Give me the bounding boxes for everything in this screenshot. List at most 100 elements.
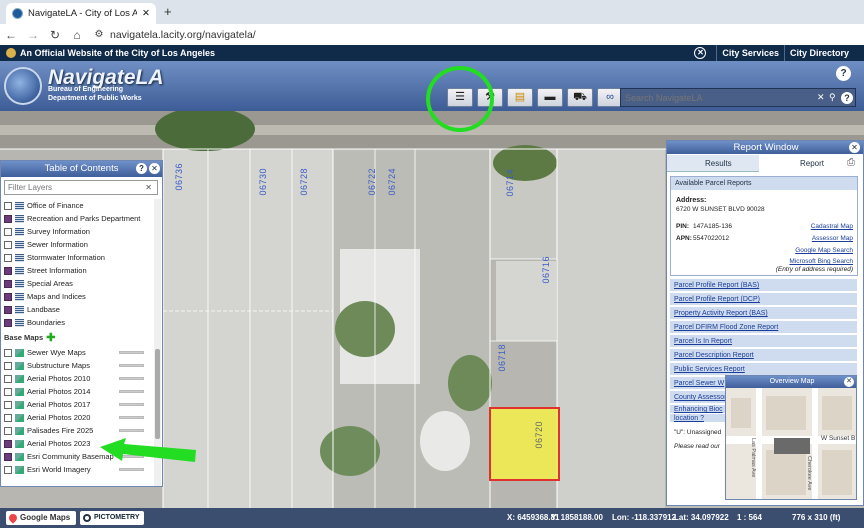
layer-checkbox[interactable] [4,201,12,210]
layer-office-of-finance[interactable]: Office of Finance [4,199,84,212]
url-field[interactable]: navigatela.lacity.org/navigatela/ [110,29,256,41]
opacity-slider[interactable] [119,403,144,406]
street-label-las-palmas: Las Palmas Ave [750,438,756,478]
opacity-slider[interactable] [119,390,144,393]
report-link[interactable]: Parcel Profile Report (DCP) [670,293,857,306]
tab-report-label[interactable]: Report [800,159,824,168]
basemap-esri-world-imagery[interactable]: Esri World Imagery [4,463,91,476]
layer-survey[interactable]: Survey Information [4,225,90,238]
layer-checkbox[interactable] [4,266,12,275]
site-info-icon[interactable]: ⚙ [88,29,110,40]
official-text: An Official Website of the City of Los A… [20,48,216,58]
layer-checkbox[interactable] [4,240,12,249]
search-icon[interactable]: ⚲ [829,92,841,103]
report-link[interactable]: Parcel Is In Report [670,335,857,348]
clear-filter-icon[interactable]: ✕ [145,183,152,192]
pictometry-button[interactable]: PICTOMETRY [80,511,144,525]
print-report-icon[interactable]: ⎙ [847,157,855,168]
opacity-slider[interactable] [119,468,144,471]
basemap-aerial-2010[interactable]: Aerial Photos 2010 [4,372,90,385]
home-icon[interactable]: ⌂ [66,28,88,42]
close-tab-icon[interactable]: ✕ [142,8,150,19]
layer-checkbox[interactable] [4,279,12,288]
layer-maps-indices[interactable]: Maps and Indices [4,290,86,303]
opacity-slider[interactable] [119,351,144,354]
basemap-sewer-wye[interactable]: Sewer Wye Maps [4,346,86,359]
layer-checkbox[interactable] [4,374,12,383]
report-link[interactable]: Parcel DFIRM Flood Zone Report [670,321,857,334]
org-line2: Department of Public Works [48,95,142,102]
filter-layers-input[interactable] [5,181,143,194]
layer-recreation-parks[interactable]: Recreation and Parks Department [4,212,140,225]
layer-checkbox[interactable] [4,465,12,474]
assessor-map-link[interactable]: Assessor Map [812,235,853,242]
layer-boundaries[interactable]: Boundaries [4,316,65,329]
layer-checkbox[interactable] [4,361,12,370]
layer-stormwater[interactable]: Stormwater Information [4,251,105,264]
toc-close-icon[interactable]: ✕ [149,163,160,174]
layer-checkbox[interactable] [4,400,12,409]
report-close-icon[interactable]: ✕ [849,142,860,153]
reload-icon[interactable]: ↻ [44,28,66,42]
basemap-aerial-2014[interactable]: Aerial Photos 2014 [4,385,90,398]
header-help-icon[interactable]: ? [836,66,851,81]
basemap-palisades-fire[interactable]: Palisades Fire 2025 [4,424,93,437]
basemap-substructure[interactable]: Substructure Maps [4,359,90,372]
layer-checkbox[interactable] [4,318,12,327]
forward-icon[interactable]: → [22,28,44,42]
new-tab-icon[interactable]: + [164,4,172,19]
bing-search-link[interactable]: Microsoft Bing Search [789,258,853,265]
overview-close-icon[interactable]: ✕ [844,377,854,387]
google-maps-button[interactable]: Google Maps [6,511,76,525]
opacity-slider[interactable] [119,364,144,367]
report-link[interactable]: Parcel Profile Report (BAS) [670,279,857,292]
printer-icon[interactable]: ▬ [537,88,563,107]
google-map-search-link[interactable]: Google Map Search [795,247,853,254]
report-link[interactable]: Property Activity Report (BAS) [670,307,857,320]
layer-label: Sewer Wye Maps [27,348,86,357]
layer-street[interactable]: Street Information [4,264,87,277]
google-maps-label: Google Maps [20,513,71,522]
layer-landbase[interactable]: Landbase [4,303,60,316]
basemap-aerial-2020[interactable]: Aerial Photos 2020 [4,411,90,424]
help-icon[interactable]: ? [841,91,853,104]
layer-label: Aerial Photos 2017 [27,400,91,409]
base-maps-heading: Base Maps ✚ [4,331,55,344]
opacity-slider[interactable] [119,416,144,419]
toc-title: Table of Contents [44,163,119,174]
toc-help-icon[interactable]: ? [136,163,147,174]
search-input[interactable] [621,92,817,103]
layer-checkbox[interactable] [4,452,12,461]
close-banner-icon[interactable]: ✕ [694,47,707,59]
city-directory-link[interactable]: City Directory [783,45,854,61]
cadastral-map-link[interactable]: Cadastral Map [811,223,853,230]
layer-special-areas[interactable]: Special Areas [4,277,73,290]
layer-checkbox[interactable] [4,387,12,396]
layer-checkbox[interactable] [4,292,12,301]
layer-checkbox[interactable] [4,439,12,448]
layer-checkbox[interactable] [4,214,12,223]
site-favicon [12,8,23,19]
layer-sewer[interactable]: Sewer Information [4,238,88,251]
report-link[interactable]: Parcel Description Report [670,349,857,362]
back-icon[interactable]: ← [0,28,22,42]
layer-checkbox[interactable] [4,413,12,422]
basemap-aerial-2017[interactable]: Aerial Photos 2017 [4,398,90,411]
layer-checkbox[interactable] [4,227,12,236]
layer-checkbox[interactable] [4,426,12,435]
browser-tab[interactable]: NavigateLA - City of Los Angele ✕ [6,3,156,24]
opacity-slider[interactable] [119,377,144,380]
notepad-icon[interactable]: ▤ [507,88,533,107]
layer-checkbox[interactable] [4,305,12,314]
city-services-link[interactable]: City Services [716,45,784,61]
google-maps-icon [7,512,19,524]
basemap-aerial-2023[interactable]: Aerial Photos 2023 [4,437,90,450]
opacity-slider[interactable] [119,429,144,432]
overview-map-canvas[interactable] [726,388,857,500]
layer-checkbox[interactable] [4,253,12,262]
add-base-map-icon[interactable]: ✚ [46,331,55,344]
clear-search-icon[interactable]: ✕ [817,92,829,103]
tab-results[interactable]: Results [705,159,732,168]
cars-icon[interactable]: ⛟ [567,88,593,107]
layer-checkbox[interactable] [4,348,12,357]
